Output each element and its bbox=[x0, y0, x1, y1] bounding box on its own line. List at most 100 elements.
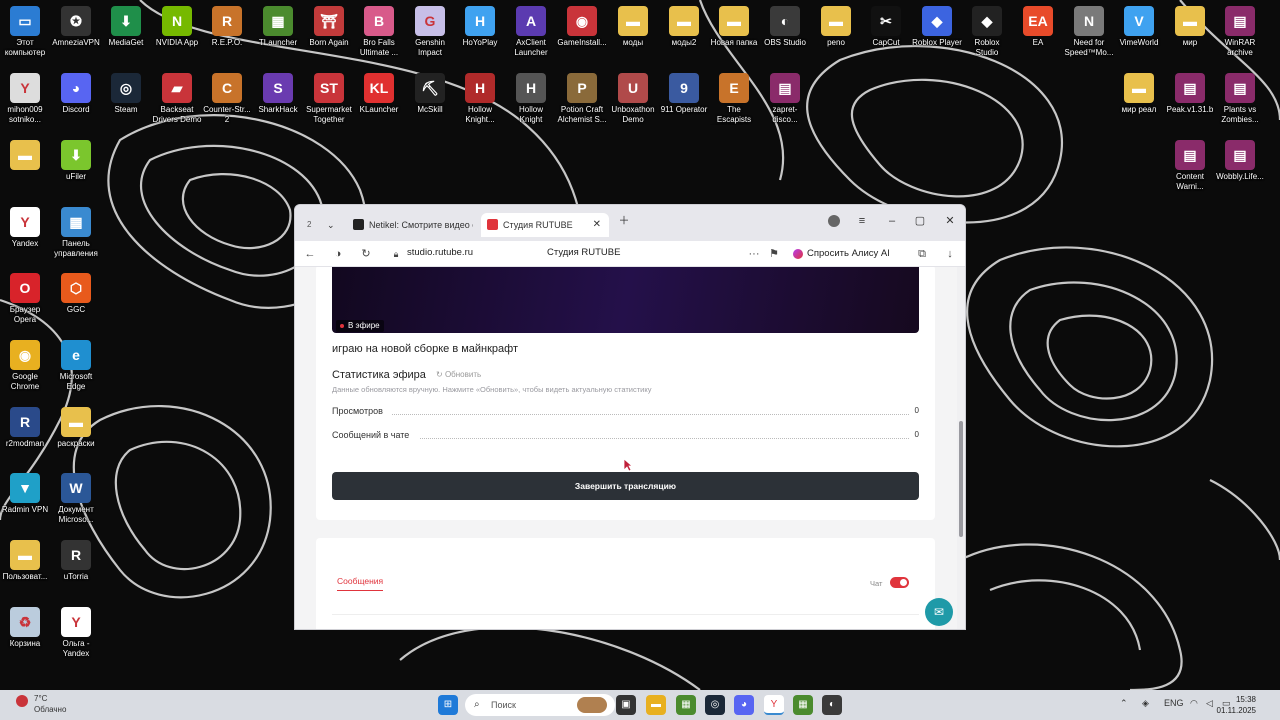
maximize-icon[interactable]: ▢ bbox=[909, 211, 931, 231]
tab-rutube-studio[interactable]: Студия RUTUBE ✕ bbox=[481, 213, 609, 237]
desktop-icon[interactable]: ◆ Roblox Studio bbox=[962, 6, 1012, 58]
desktop-icon[interactable]: ▭ Этот компьютер bbox=[0, 6, 50, 58]
desktop-icon[interactable]: e Microsoft Edge bbox=[51, 340, 101, 392]
desktop-icon[interactable]: H HoYoPlay bbox=[455, 6, 505, 48]
desktop-icon[interactable]: ▬ мир реал bbox=[1114, 73, 1164, 115]
desktop-icon[interactable]: ▬ моды bbox=[608, 6, 658, 48]
desktop-icon[interactable]: ▦ Панель управления bbox=[51, 207, 101, 259]
close-window-icon[interactable]: ✕ bbox=[939, 211, 961, 231]
clock[interactable]: 15:38 01.11.2025 bbox=[1217, 694, 1256, 716]
menu-icon[interactable]: ≡ bbox=[851, 211, 873, 231]
desktop-icon[interactable]: ▬ Новая папка bbox=[709, 6, 759, 48]
tab-list-chevron-icon[interactable]: ⌄ bbox=[323, 213, 339, 237]
desktop-icon[interactable]: Y Yandex bbox=[0, 207, 50, 249]
task-view-icon[interactable]: ▣ bbox=[616, 695, 636, 715]
chat-toggle[interactable] bbox=[890, 577, 909, 588]
desktop-icon[interactable]: W Документ Microso... bbox=[51, 473, 101, 525]
desktop-icon[interactable]: N Need for Speed™Mo... bbox=[1064, 6, 1114, 58]
weather-widget[interactable]: 7°C Облачно bbox=[16, 693, 66, 715]
desktop-icon[interactable]: 9 911 Operator bbox=[659, 73, 709, 115]
yandex-browser-icon[interactable]: Y bbox=[764, 695, 784, 715]
desktop-icon[interactable]: A AxClient Launcher bbox=[506, 6, 556, 58]
tab-messages[interactable]: Сообщения bbox=[337, 576, 384, 591]
desktop-icon[interactable]: ▤ zapret-disco... bbox=[760, 73, 810, 125]
stream-preview[interactable] bbox=[332, 267, 919, 333]
desktop-icon[interactable]: ▦ TLauncher bbox=[253, 6, 303, 48]
obs-icon[interactable]: ◐ bbox=[822, 695, 842, 715]
download-icon[interactable]: ↓ bbox=[941, 245, 959, 263]
bookmark-icon[interactable]: ⚑ bbox=[765, 245, 783, 263]
network-icon[interactable]: ◈ bbox=[1142, 698, 1149, 709]
scrollbar-thumb[interactable] bbox=[959, 421, 963, 537]
desktop-icon[interactable]: ▤ Peak.v1.31.b bbox=[1165, 73, 1215, 115]
desktop-icon[interactable]: B Bro Falls Ultimate ... bbox=[354, 6, 404, 58]
desktop-icon[interactable]: ◉ Google Chrome bbox=[0, 340, 50, 392]
desktop-icon[interactable]: Y Ольга - Yandex bbox=[51, 607, 101, 659]
desktop-icon[interactable]: Rr2modman bbox=[0, 407, 50, 449]
desktop-icon[interactable]: ST Supermarket Together bbox=[304, 73, 354, 125]
new-tab-icon[interactable]: ＋ bbox=[613, 211, 635, 231]
desktop-icon[interactable]: ✪ AmneziaVPN bbox=[51, 6, 101, 48]
desktop-icon[interactable]: ◐ OBS Studio bbox=[760, 6, 810, 48]
desktop-icon[interactable]: E The Escapists 2 Multiplay... bbox=[709, 73, 759, 125]
desktop-icon[interactable]: R R.E.P.O. bbox=[202, 6, 252, 48]
file-explorer-icon[interactable]: ▬ bbox=[646, 695, 666, 715]
desktop-icon[interactable]: ◉ GameInstall... bbox=[557, 6, 607, 48]
desktop-icon[interactable]: ▬ Пользоват... bbox=[0, 540, 50, 582]
desktop-icon[interactable]: ▤ Plants vs Zombies... bbox=[1215, 73, 1265, 125]
shield-icon[interactable]: ◑ bbox=[329, 245, 347, 263]
wifi-icon[interactable]: ◠ bbox=[1190, 698, 1198, 709]
minimize-icon[interactable]: – bbox=[881, 211, 903, 231]
volume-icon[interactable]: ◁ bbox=[1206, 698, 1213, 709]
start-windows-icon[interactable]: ⊞ bbox=[438, 695, 458, 715]
discord-icon[interactable]: ◕ bbox=[734, 695, 754, 715]
desktop-icon[interactable]: S SharkHack bbox=[253, 73, 303, 115]
desktop-icon[interactable]: ⬇ uFiler bbox=[51, 140, 101, 182]
desktop-icon[interactable]: ▤ Content Warni... bbox=[1165, 140, 1215, 192]
desktop-icon[interactable]: ⬡ GGC bbox=[51, 273, 101, 315]
desktop-icon[interactable]: O Браузер Opera bbox=[0, 273, 50, 325]
desktop-icon[interactable]: C Counter-Str... 2 bbox=[202, 73, 252, 125]
url-field[interactable]: studio.rutube.ru bbox=[407, 247, 473, 258]
desktop-icon[interactable]: H Hollow Knight... bbox=[455, 73, 505, 125]
tab-count-badge[interactable]: 2 bbox=[301, 213, 321, 237]
desktop-icon[interactable]: H Hollow Knight bbox=[506, 73, 556, 125]
desktop-icon[interactable]: ▰ Backseat Drivers Demo bbox=[152, 73, 202, 125]
desktop-icon[interactable]: U Unboxathon Demo bbox=[608, 73, 658, 125]
tab-netikel[interactable]: Netikel: Смотрите видео с bbox=[347, 213, 473, 237]
desktop-icon[interactable]: ♻ Корзина bbox=[0, 607, 50, 649]
desktop-icon[interactable]: RuTorria bbox=[51, 540, 101, 582]
desktop-icon[interactable]: ▬ мир bbox=[1165, 6, 1215, 48]
ask-alice-button[interactable]: Спросить Алису AI bbox=[791, 246, 890, 262]
desktop-icon[interactable]: V VimeWorld bbox=[1114, 6, 1164, 48]
desktop-icon[interactable]: G Genshin Impact bbox=[405, 6, 455, 58]
desktop-icon[interactable]: EA EA bbox=[1013, 6, 1063, 48]
close-tab-icon[interactable]: ✕ bbox=[593, 213, 601, 237]
minecraft-icon[interactable]: ▦ bbox=[676, 695, 696, 715]
steam-icon[interactable]: ◎ bbox=[705, 695, 725, 715]
back-icon[interactable]: ← bbox=[301, 245, 319, 263]
desktop-icon[interactable]: ▬ моды2 bbox=[659, 6, 709, 48]
desktop-icon[interactable]: ▬ peno bbox=[811, 6, 861, 48]
desktop-icon[interactable]: P Potion Craft Alchemist S... bbox=[557, 73, 607, 125]
desktop-icon[interactable]: ▤ Wobbly.Life... bbox=[1215, 140, 1265, 182]
taskbar-search[interactable]: ⌕ Поиск bbox=[465, 694, 615, 716]
reader-icon[interactable]: ⧉ bbox=[913, 245, 931, 263]
support-chat-icon[interactable]: ✉ bbox=[925, 598, 953, 626]
reload-icon[interactable]: ↻ bbox=[357, 245, 375, 263]
scrollbar[interactable] bbox=[957, 267, 965, 629]
end-stream-button[interactable]: Завершить трансляцию bbox=[332, 472, 919, 500]
desktop-icon[interactable]: ◕ Discord bbox=[51, 73, 101, 115]
tlauncher-icon[interactable]: ▦ bbox=[793, 695, 813, 715]
desktop-icon[interactable]: ▬ bbox=[0, 140, 50, 172]
desktop-icon[interactable]: ▤ WinRAR archive bbox=[1215, 6, 1265, 58]
desktop-icon[interactable]: ✂ CapCut bbox=[861, 6, 911, 48]
desktop-icon[interactable]: ◆ Roblox Player bbox=[912, 6, 962, 48]
desktop-icon[interactable]: ▼ Radmin VPN bbox=[0, 473, 50, 515]
lang-indicator[interactable]: ENG bbox=[1164, 698, 1184, 708]
desktop-icon[interactable]: KL KLauncher bbox=[354, 73, 404, 115]
desktop-icon[interactable]: N NVIDIA App bbox=[152, 6, 202, 48]
profile-avatar-icon[interactable] bbox=[823, 211, 845, 231]
desktop-icon[interactable]: ◎ Steam bbox=[101, 73, 151, 115]
more-icon[interactable]: ··· bbox=[745, 245, 763, 263]
